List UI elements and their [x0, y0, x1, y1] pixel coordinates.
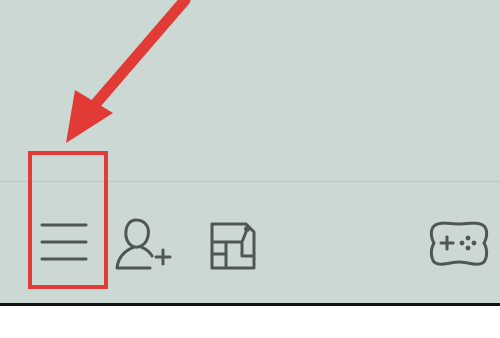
gallery-button[interactable] [202, 212, 266, 276]
gamepad-icon [429, 221, 489, 266]
add-friend-button[interactable] [112, 212, 180, 276]
gallery-icon [210, 222, 256, 270]
app-surface [0, 0, 500, 303]
add-friend-icon [115, 218, 172, 270]
bottom-edge [0, 303, 500, 306]
toolbar-divider [0, 181, 500, 182]
hamburger-menu-icon [40, 223, 88, 261]
game-button[interactable] [424, 212, 494, 276]
menu-button[interactable] [30, 208, 102, 280]
